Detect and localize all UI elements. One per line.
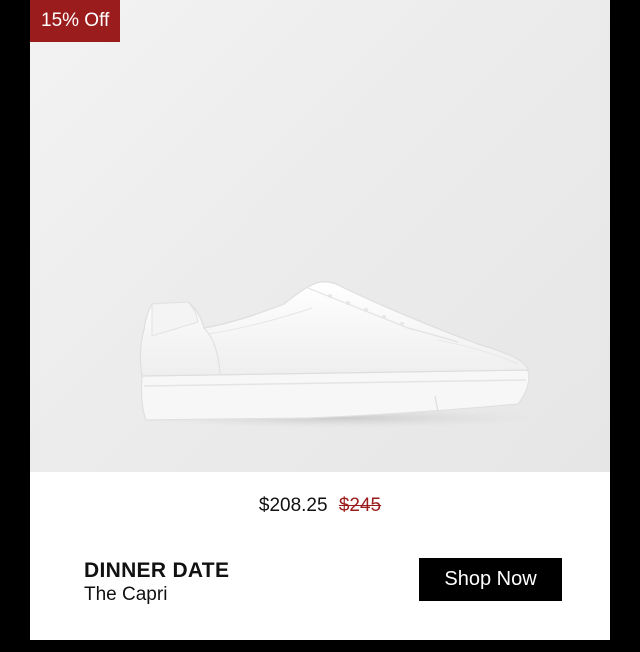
product-image-area[interactable]: 15% Off [30,0,610,472]
shop-now-button[interactable]: Shop Now [419,558,562,601]
original-price: $245 [338,495,382,516]
product-card: 15% Off $208.25 $245 DINNER DATE The Cap… [30,0,610,640]
discount-badge: 15% Off [30,0,121,42]
price-row: $208.25 $245 [30,494,610,518]
product-title: DINNER DATE [84,559,230,582]
current-price: $208.25 [258,495,328,516]
sneaker-image-icon [138,281,538,428]
product-subtitle: The Capri [84,584,168,605]
